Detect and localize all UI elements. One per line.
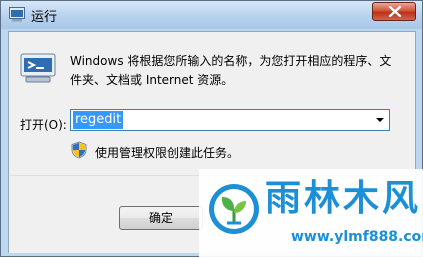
ok-button[interactable]: 确定 [119, 206, 203, 230]
run-icon [20, 53, 56, 83]
run-app-icon [9, 7, 25, 22]
admin-shield-icon [71, 141, 87, 159]
title-bar[interactable]: 运行 [1, 1, 422, 29]
dialog-description: Windows 将根据您所输入的名称，为您打开相应的程序、文件夹、文档或 Int… [70, 54, 392, 87]
command-combobox[interactable]: regedit [70, 109, 390, 131]
open-label: 打开(O): [20, 118, 67, 132]
close-button[interactable] [372, 2, 416, 21]
watermark-title: 雨林木风 [265, 178, 422, 219]
dropdown-arrow-icon[interactable] [376, 118, 384, 122]
admin-privilege-note: 使用管理权限创建此任务。 [95, 146, 240, 160]
command-input[interactable]: regedit [73, 111, 124, 129]
window-title: 运行 [31, 10, 58, 25]
watermark-overlay: 雨林木风 www.ylmf888.com [199, 169, 423, 258]
close-icon [388, 6, 402, 17]
leaf-logo-icon [209, 184, 259, 234]
ok-button-label: 确定 [148, 211, 173, 225]
watermark-url: www.ylmf888.com [291, 229, 423, 245]
run-dialog-window: 运行 Windows 将根据您所输入的名称，为您打开相应的程序、文件夹、文档或 … [0, 0, 423, 258]
